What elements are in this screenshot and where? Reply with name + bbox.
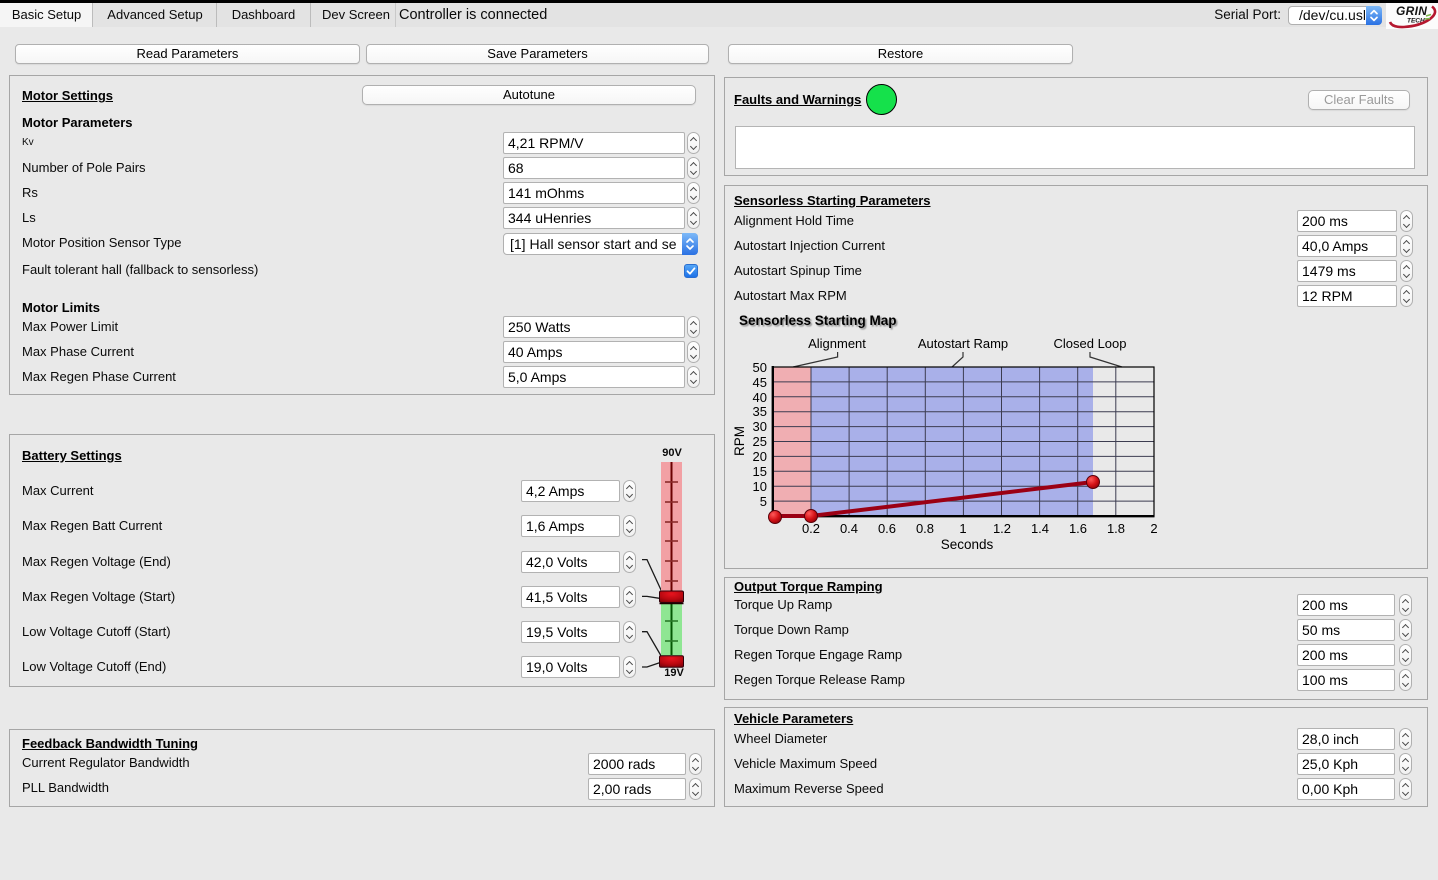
svg-text:Closed Loop: Closed Loop xyxy=(1054,336,1127,351)
svg-text:25: 25 xyxy=(753,434,767,449)
svg-text:0.6: 0.6 xyxy=(878,521,896,536)
svg-text:15: 15 xyxy=(753,464,767,479)
svg-text:1.2: 1.2 xyxy=(993,521,1011,536)
svg-text:RPM: RPM xyxy=(732,426,747,456)
svg-text:1: 1 xyxy=(959,521,966,536)
svg-text:1.8: 1.8 xyxy=(1107,521,1125,536)
svg-text:0.8: 0.8 xyxy=(916,521,934,536)
svg-text:45: 45 xyxy=(753,375,767,390)
svg-text:Seconds: Seconds xyxy=(941,537,994,552)
svg-text:50: 50 xyxy=(753,360,767,375)
svg-text:10: 10 xyxy=(753,479,767,494)
svg-text:0.2: 0.2 xyxy=(802,521,820,536)
svg-text:30: 30 xyxy=(753,419,767,434)
svg-text:2: 2 xyxy=(1150,521,1157,536)
svg-text:Autostart Ramp: Autostart Ramp xyxy=(918,336,1008,351)
svg-text:20: 20 xyxy=(753,449,767,464)
svg-text:5: 5 xyxy=(760,494,767,509)
svg-text:40: 40 xyxy=(753,390,767,405)
svg-text:1.4: 1.4 xyxy=(1031,521,1049,536)
svg-text:Alignment: Alignment xyxy=(808,336,866,351)
svg-text:1.6: 1.6 xyxy=(1069,521,1087,536)
svg-text:35: 35 xyxy=(753,404,767,419)
svg-text:GRIN: GRIN xyxy=(1396,4,1427,18)
svg-text:0.4: 0.4 xyxy=(840,521,858,536)
